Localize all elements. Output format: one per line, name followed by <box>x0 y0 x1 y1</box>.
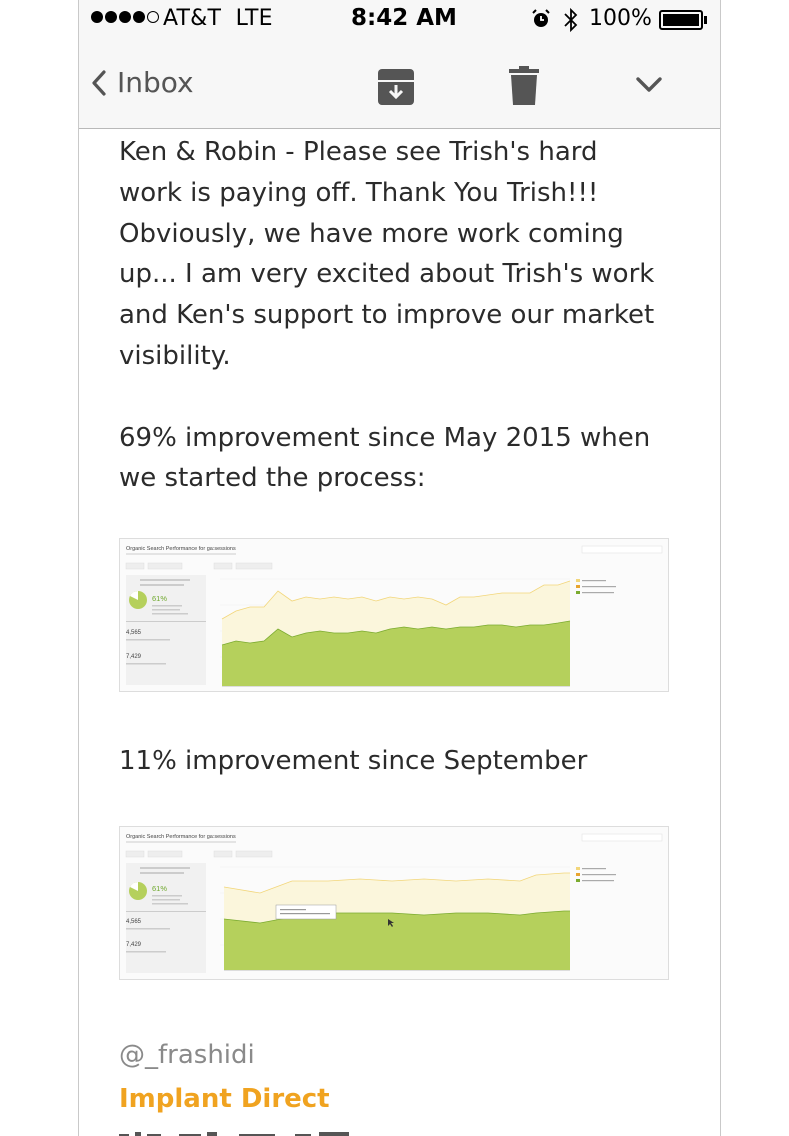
screenshot-percent: 61% <box>152 884 167 893</box>
screenshot-stat-b: 7,429 <box>126 654 142 660</box>
back-to-inbox-button[interactable]: Inbox <box>91 66 194 99</box>
top-bar: AT&T LTE 8:42 AM 100% Inbox <box>79 0 720 129</box>
analytics-screenshot-2[interactable]: Organic Search Performance for ga:sessio… <box>119 826 669 980</box>
signature-handle[interactable]: @_frashidi <box>119 1040 255 1070</box>
message-line: up... I am very excited about Trish's wo… <box>119 259 655 290</box>
archive-icon <box>378 69 414 105</box>
battery-icon <box>659 10 703 30</box>
message-line: Obviously, we have more work coming <box>119 218 624 249</box>
more-options-button[interactable] <box>635 76 663 98</box>
nav-bar: Inbox <box>79 46 720 126</box>
back-chevron-icon <box>92 69 106 96</box>
message-line: and Ken's support to improve our market <box>119 300 655 331</box>
screenshot-stat-a: 4,565 <box>126 630 142 636</box>
network-type: LTE <box>235 6 273 31</box>
screenshot-percent: 61% <box>152 594 167 603</box>
message-line: visibility. <box>119 340 231 371</box>
message-line: Ken & Robin - Please see Trish's hard <box>119 137 598 167</box>
carrier-name: AT&T <box>163 6 222 31</box>
status-bar: AT&T LTE 8:42 AM 100% <box>79 0 720 40</box>
alarm-icon <box>531 9 551 33</box>
status-time: 8:42 AM <box>351 5 457 31</box>
back-label: Inbox <box>117 66 194 99</box>
chevron-down-icon <box>636 77 662 92</box>
message-line: 69% improvement since May 2015 when <box>119 422 651 453</box>
message-line: we started the process: <box>119 463 426 494</box>
message-line: 11% improvement since September <box>119 746 588 776</box>
bluetooth-icon <box>563 7 579 37</box>
cut-off-text <box>119 1132 349 1136</box>
battery-nub <box>704 16 707 24</box>
message-line: work is paying off. Thank You Trish!!! <box>119 177 599 208</box>
screenshot-title: Organic Search Performance for ga:sessio… <box>126 834 236 840</box>
screenshot-title: Organic Search Performance for ga:sessio… <box>126 546 236 552</box>
phone-screen: AT&T LTE 8:42 AM 100% Inbox Ken & Robin … <box>78 0 721 1136</box>
message-body: Ken & Robin - Please see Trish's hard wo… <box>119 132 679 499</box>
trash-icon <box>509 66 539 105</box>
carrier-label: AT&T LTE <box>163 6 273 31</box>
screenshot-stat-b: 7,429 <box>126 942 142 948</box>
archive-button[interactable] <box>377 68 415 110</box>
analytics-screenshot-1[interactable]: Organic Search Performance for ga:sessio… <box>119 538 669 692</box>
signature-company: Implant Direct <box>119 1084 330 1114</box>
screenshot-stat-a: 4,565 <box>126 919 142 925</box>
battery-percent: 100% <box>589 6 652 31</box>
trash-button[interactable] <box>509 66 539 110</box>
signal-dots-icon <box>91 11 159 23</box>
